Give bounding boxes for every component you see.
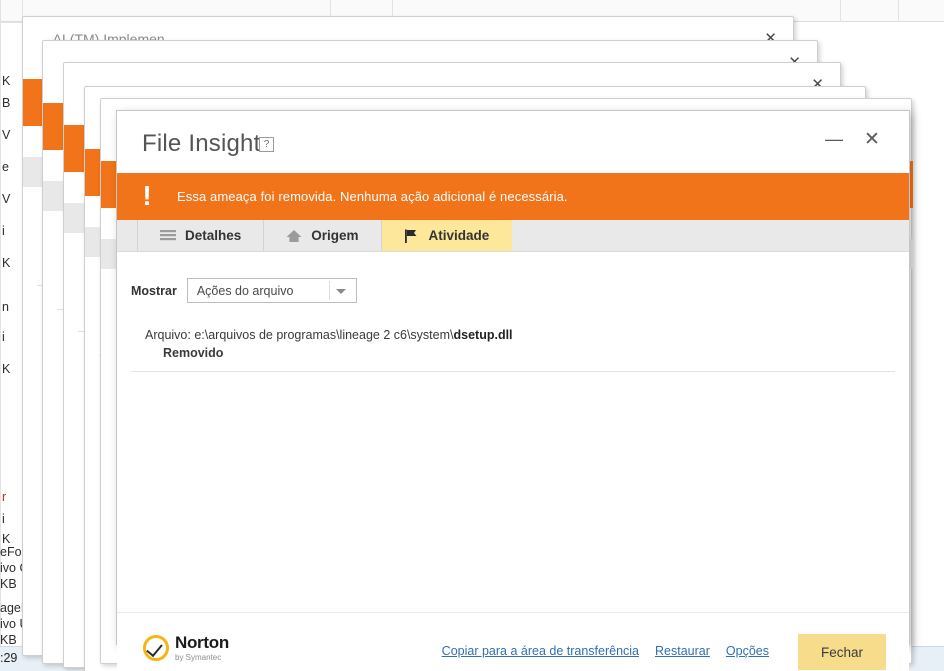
file-insight-dialog: File Insight ? — ✕ ! Essa ameaça foi rem… xyxy=(116,110,910,671)
content-divider xyxy=(131,371,895,372)
explorer-cell: n xyxy=(2,300,9,314)
tab-content-atividade: Mostrar Ações do arquivo Arquivo: e:\arq… xyxy=(117,252,909,612)
explorer-cell: K xyxy=(2,362,11,376)
chevron-down-icon xyxy=(335,288,346,294)
options-link[interactable]: Opções xyxy=(726,644,769,658)
filter-label: Mostrar xyxy=(131,283,177,298)
tab-origem[interactable]: Origem xyxy=(264,220,382,251)
home-icon xyxy=(286,229,302,243)
activity-file-path: Arquivo: e:\arquivos de programas\lineag… xyxy=(145,328,513,342)
explorer-cell: i xyxy=(2,224,5,238)
file-name: dsetup.dll xyxy=(453,328,513,342)
threat-status-banner: ! Essa ameaça foi removida. Nenhuma ação… xyxy=(117,173,909,220)
dropdown-selected-value: Ações do arquivo xyxy=(196,283,294,298)
filter-row: Mostrar Ações do arquivo xyxy=(131,278,357,303)
footer-links: Copiar para a área de transferência Rest… xyxy=(442,644,769,658)
explorer-cell: i xyxy=(2,512,5,526)
explorer-cell: K xyxy=(2,532,11,546)
norton-checkmark-icon xyxy=(143,635,169,661)
page-title: File Insight xyxy=(142,130,261,157)
explorer-cell: K xyxy=(2,74,11,88)
activity-record: Arquivo: e:\arquivos de programas\lineag… xyxy=(145,328,513,360)
explorer-grid-line xyxy=(898,0,899,22)
minimize-icon[interactable]: — xyxy=(821,126,847,152)
screen: K B V e V i K n i K r i K eFont... ivo G… xyxy=(0,0,944,671)
banner-message: Essa ameaça foi removida. Nenhuma ação a… xyxy=(177,189,568,204)
list-icon xyxy=(160,229,176,243)
tab-atividade[interactable]: Atividade xyxy=(381,220,513,251)
tab-detalhes[interactable]: Detalhes xyxy=(137,220,265,251)
footer-divider xyxy=(117,612,909,613)
explorer-cell: K xyxy=(2,256,11,270)
file-path-prefix: Arquivo: e:\arquivos de programas\lineag… xyxy=(145,328,454,342)
explorer-cell: V xyxy=(2,192,11,206)
dialog-title-bar: File Insight ? — ✕ xyxy=(117,111,909,173)
warning-exclamation-icon: ! xyxy=(142,179,152,211)
explorer-cell: KB xyxy=(0,633,17,647)
explorer-cell: V xyxy=(2,128,11,142)
norton-wordmark: Norton by Symantec xyxy=(175,634,229,662)
status-time: :29 xyxy=(0,651,18,665)
tab-label: Detalhes xyxy=(185,228,242,243)
file-actions-dropdown[interactable]: Ações do arquivo xyxy=(186,278,357,303)
explorer-cell: e xyxy=(2,160,9,174)
restore-link[interactable]: Restaurar xyxy=(655,644,710,658)
explorer-cell: KB xyxy=(0,577,17,591)
norton-logo: Norton by Symantec xyxy=(143,634,229,662)
explorer-cell: r xyxy=(2,490,7,504)
close-button[interactable]: Fechar xyxy=(798,634,886,670)
brand-subtitle: by Symantec xyxy=(175,653,222,662)
tab-label: Atividade xyxy=(428,228,490,243)
dialog-footer: Norton by Symantec Copiar para a área de… xyxy=(117,612,909,671)
tab-label: Origem xyxy=(311,228,359,243)
flag-icon xyxy=(404,229,420,243)
tab-bar: Detalhes Origem Atividade xyxy=(117,220,909,252)
explorer-cell: B xyxy=(2,96,11,110)
explorer-cell: i xyxy=(2,330,5,344)
help-icon[interactable]: ? xyxy=(259,137,274,152)
copy-to-clipboard-link[interactable]: Copiar para a área de transferência xyxy=(442,644,639,658)
brand-name: Norton xyxy=(175,633,229,652)
explorer-grid-line xyxy=(840,0,841,22)
dropdown-divider xyxy=(328,281,330,300)
activity-status: Removido xyxy=(163,346,224,360)
close-icon[interactable]: ✕ xyxy=(859,126,885,152)
